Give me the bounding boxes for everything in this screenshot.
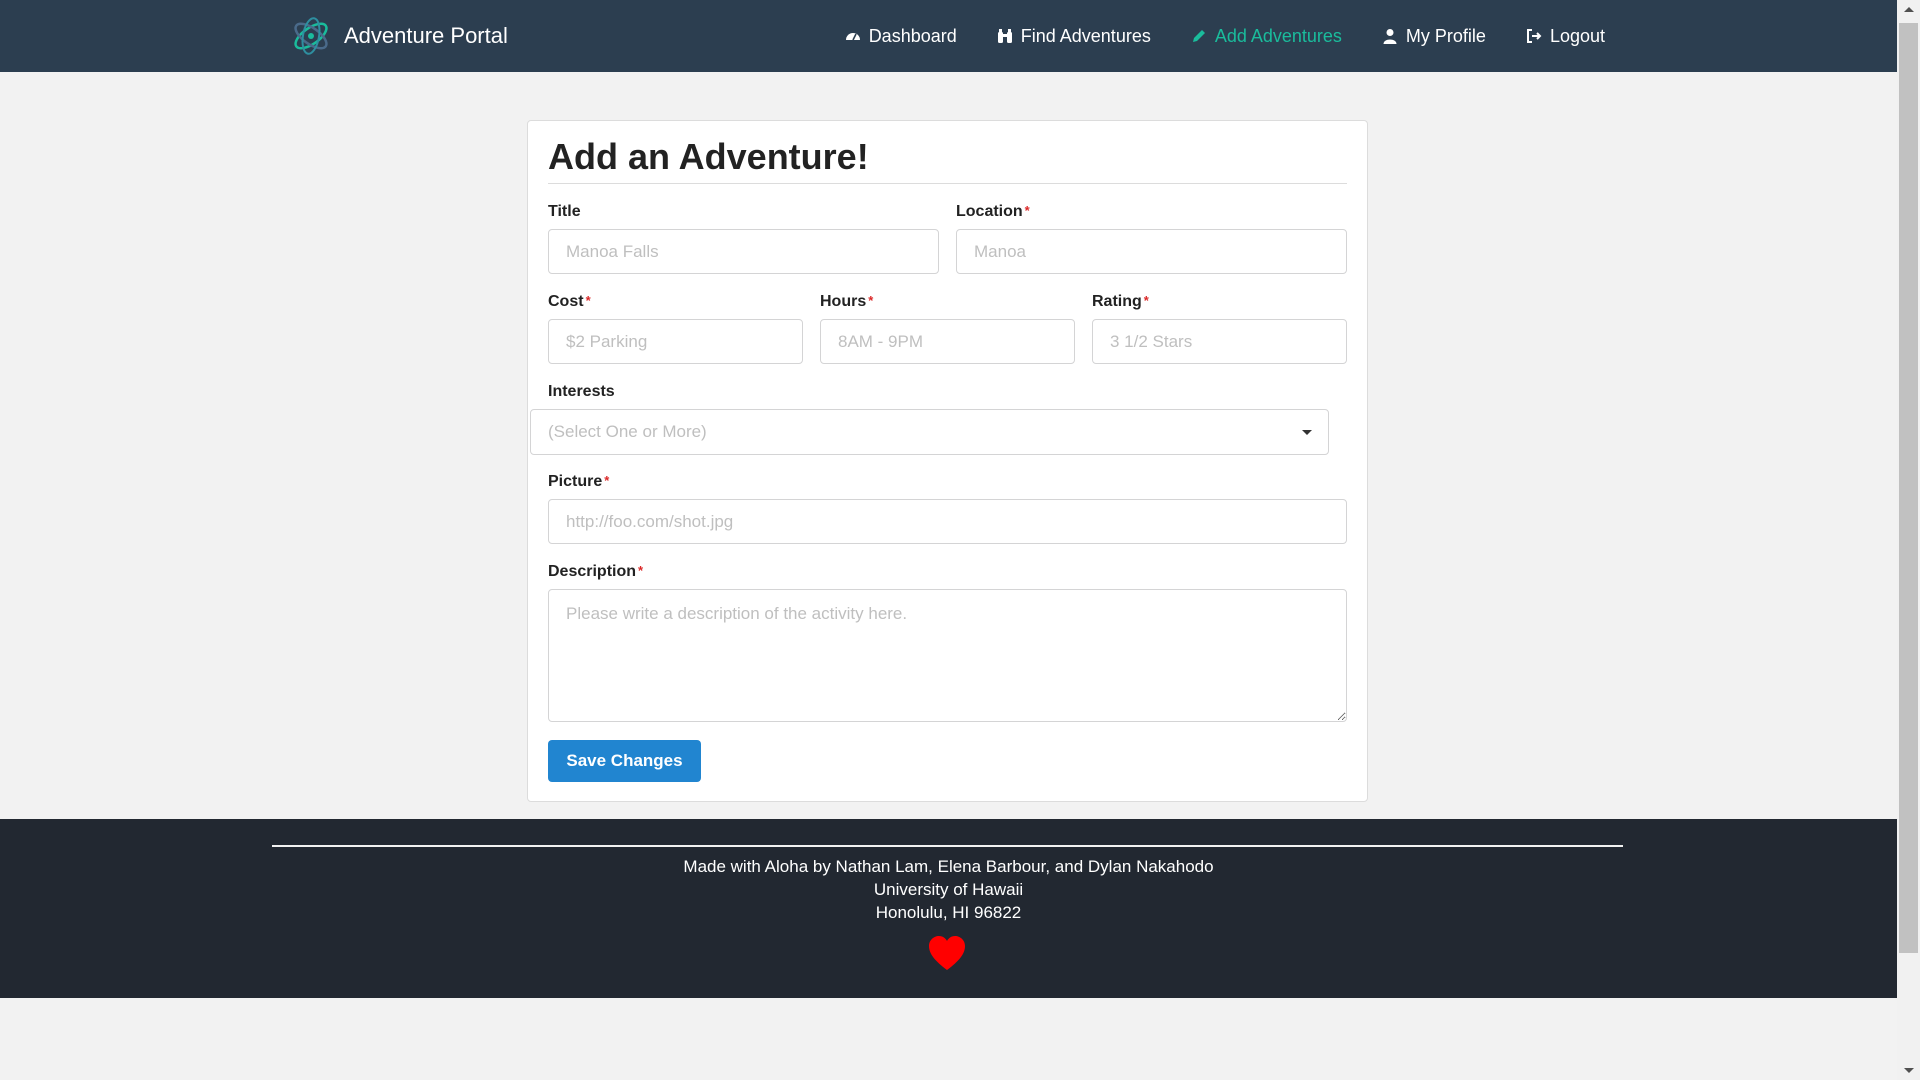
add-adventure-form: Add an Adventure! Title Location* Cost* … [527, 120, 1368, 802]
required-marker: * [868, 293, 874, 308]
interests-field-group: Interests (Select One or More) [530, 383, 1347, 455]
brand-title: Adventure Portal [344, 23, 508, 48]
atom-logo-icon [294, 17, 328, 55]
picture-field-group: Picture * [548, 473, 1347, 544]
save-changes-button[interactable]: Save Changes [548, 740, 701, 782]
interests-label: Interests [548, 383, 615, 400]
description-field-group: Description * [548, 563, 1347, 727]
interests-placeholder: (Select One or More) [548, 422, 707, 441]
footer-university: University of Hawaii [873, 880, 1024, 899]
nav-item-add-adventures[interactable]: Add Adventures [1191, 26, 1342, 47]
title-field-group: Title [548, 203, 939, 274]
scroll-up-arrow-icon[interactable] [1904, 7, 1914, 12]
hours-field-group: Hours * [820, 293, 1075, 364]
nav-item-label: Dashboard [868, 25, 957, 46]
cost-input[interactable] [548, 319, 803, 364]
scroll-down-arrow-icon[interactable] [1904, 1068, 1914, 1073]
dropdown-caret-icon [1302, 430, 1312, 435]
footer-divider [272, 845, 1623, 847]
nav-item-label: Add Adventures [1214, 25, 1342, 46]
cost-field-group: Cost * [548, 293, 803, 364]
nav-item-label: Find Adventures [1020, 25, 1151, 46]
picture-label: Picture * [548, 473, 610, 490]
location-input[interactable] [956, 229, 1347, 274]
nav-item-logout[interactable]: Logout [1526, 26, 1605, 47]
description-textarea[interactable] [548, 589, 1347, 722]
divider [548, 183, 1347, 184]
required-marker: * [604, 473, 610, 488]
nav-item-find-adventures[interactable]: Find Adventures [997, 26, 1151, 47]
hours-label: Hours * [820, 293, 874, 310]
vertical-scrollbar[interactable] [1897, 0, 1920, 1080]
page-title: Add an Adventure! [548, 136, 869, 177]
nav-item-label: My Profile [1405, 25, 1486, 46]
picture-input[interactable] [548, 499, 1347, 544]
brand-link[interactable]: Adventure Portal [290, 14, 508, 58]
required-marker: * [585, 293, 591, 308]
user-icon [1383, 29, 1397, 44]
location-label: Location * [956, 203, 1030, 220]
dashboard-icon [845, 33, 860, 41]
description-label: Description * [548, 563, 644, 580]
title-input[interactable] [548, 229, 939, 274]
rating-field-group: Rating * [1092, 293, 1347, 364]
rating-label: Rating * [1092, 293, 1149, 310]
top-navbar: Adventure Portal Dashboard Find Adventur… [0, 0, 1897, 72]
title-label: Title [548, 203, 581, 220]
nav-item-label: Logout [1549, 25, 1605, 46]
footer-credits: Made with Aloha by Nathan Lam, Elena Bar… [683, 857, 1214, 876]
location-field-group: Location * [956, 203, 1347, 274]
required-marker: * [638, 563, 644, 578]
nav-item-my-profile[interactable]: My Profile [1382, 26, 1486, 47]
rating-input[interactable] [1092, 319, 1347, 364]
scrollbar-thumb[interactable] [1899, 23, 1918, 953]
required-marker: * [1143, 293, 1149, 308]
interests-select[interactable]: (Select One or More) [530, 409, 1329, 455]
binoculars-icon [997, 29, 1012, 43]
footer-address: Honolulu, HI 96822 [875, 903, 1022, 922]
heart-icon [929, 936, 965, 970]
pencil-icon [1192, 30, 1205, 42]
required-marker: * [1024, 203, 1030, 218]
sign-out-icon [1526, 29, 1542, 43]
nav-menu: Dashboard Find Adventures Add Adventures [845, 0, 1605, 72]
hours-input[interactable] [820, 319, 1075, 364]
nav-item-dashboard[interactable]: Dashboard [845, 26, 957, 47]
footer: Made with Aloha by Nathan Lam, Elena Bar… [0, 819, 1897, 998]
footer-text: Made with Aloha by Nathan Lam, Elena Bar… [0, 855, 1897, 924]
cost-label: Cost * [548, 293, 591, 310]
